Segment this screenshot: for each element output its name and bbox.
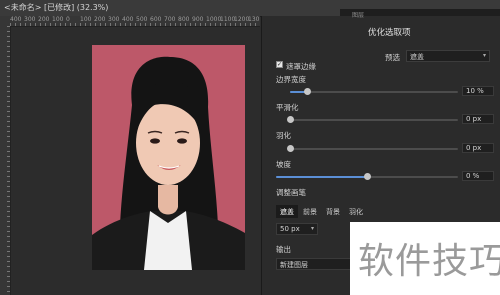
ruler-tick-label: 600 [150,16,162,23]
brush-tab-feather[interactable]: 羽化 [345,205,367,218]
adjust-brush-label: 调整画笔 [276,188,306,197]
ramp-slider[interactable] [276,173,458,180]
document-title: <未命名> [已修改] (32.3%) [4,3,109,12]
ruler-tick-label: 900 [192,16,204,23]
brush-tab-foreground[interactable]: 前景 [299,205,321,218]
ruler-tick-label: 400 [10,16,22,23]
brush-tab-background[interactable]: 背景 [322,205,344,218]
border-width-value[interactable]: 10 % [462,86,494,96]
matte-edges-checkbox[interactable]: ✓ [276,61,283,68]
preset-select[interactable]: 遮盖 ▾ [406,50,490,62]
ruler-tick-label: 200 [94,16,106,23]
ruler-tick-label: 1200 [234,16,250,23]
brush-tab-matte[interactable]: 遮盖 [276,205,298,218]
ruler-tick-label: 1100 [220,16,236,23]
ruler-tick-label: 300 [24,16,36,23]
ruler-tick-label: 100 [80,16,92,23]
slider-thumb[interactable] [364,173,371,180]
portrait-photo [92,45,245,270]
chevron-down-icon: ▾ [310,225,314,232]
ruler-tick-label: 1000 [206,16,222,23]
feather-value[interactable]: 0 px [462,143,494,153]
border-width-label: 边界宽度 [276,75,306,84]
ramp-value[interactable]: 0 % [462,171,494,181]
watermark-text: 软件技巧 [358,241,500,282]
ruler-tick-label: 400 [122,16,134,23]
ruler-tick-label: 500 [136,16,148,23]
slider-thumb[interactable] [287,145,294,152]
output-value: 新建图层 [280,261,308,269]
smooth-label: 平滑化 [276,103,299,112]
preset-value: 遮盖 [410,53,424,61]
feather-slider[interactable] [287,145,458,152]
matte-edges-label: 遮罩边缘 [286,62,316,71]
brush-size-value: 50 px [280,225,300,233]
horizontal-ruler[interactable]: 400 300 200 100 0 100 200 300 400 500 600 700 800 900… [10,16,260,27]
vertical-ruler[interactable] [0,26,11,295]
slider-fill [276,176,367,178]
output-label: 输出 [276,245,291,254]
output-select[interactable]: 新建图层 [276,258,354,270]
preset-label: 预选 [385,53,400,62]
brush-mode-tabs: 遮盖 前景 背景 羽化 [276,205,367,218]
slider-thumb[interactable] [303,88,311,95]
ruler-tick-label: 0 [66,16,70,23]
tab-layers[interactable]: 图层 [352,10,364,19]
ruler-tick-label: 700 [164,16,176,23]
portrait-image [92,45,245,270]
ramp-label: 坡度 [276,160,291,169]
ruler-tick-label: 130 [248,16,260,23]
border-width-slider[interactable] [290,88,458,95]
slider-thumb[interactable] [287,116,294,123]
refine-dialog-title: 优化选取项 [368,28,411,38]
ruler-tick-label: 800 [178,16,190,23]
ruler-tick-label: 100 [52,16,64,23]
brush-size-select[interactable]: 50 px ▾ [276,223,318,235]
smooth-slider[interactable] [287,116,458,123]
chevron-down-icon: ▾ [482,52,486,59]
ruler-tick-label: 300 [108,16,120,23]
ruler-corner [0,16,10,26]
feather-label: 羽化 [276,131,291,140]
smooth-value[interactable]: 0 px [462,114,494,124]
ruler-tick-label: 200 [38,16,50,23]
